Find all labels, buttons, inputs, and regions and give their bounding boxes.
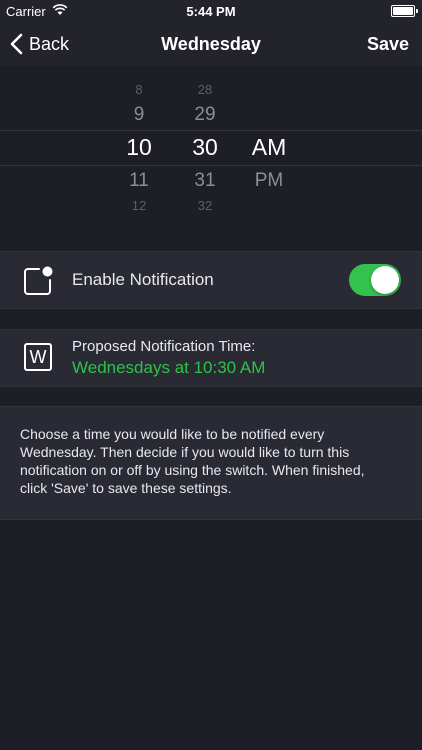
battery-icon [391,5,418,17]
enable-notification-label: Enable Notification [72,270,214,289]
time-picker[interactable]: 8 9 10 11 12 28 29 30 31 32 AM PM [0,66,422,216]
ampm-option[interactable]: PM [239,170,299,192]
proposed-time-label: Proposed Notification Time: [72,338,256,355]
minute-option[interactable]: 29 [175,104,235,126]
ampm-option-selected[interactable]: AM [239,134,299,161]
hour-option[interactable]: 12 [109,198,169,210]
instructions-panel: Choose a time you would like to be notif… [0,406,422,520]
switch-knob [371,266,399,294]
hour-option-selected[interactable]: 10 [109,134,169,161]
chevron-left-icon [10,33,23,55]
weekday-badge-icon: W [24,343,52,371]
minute-option[interactable]: 28 [175,82,235,97]
instructions-text: Choose a time you would like to be notif… [20,426,365,496]
hour-option[interactable]: 9 [109,104,169,126]
ampm-wheel[interactable]: AM PM [239,66,299,216]
enable-notification-row: Enable Notification [0,251,422,309]
navigation-bar: Back Wednesday Save [0,22,422,66]
proposed-time-value: Wednesdays at 10:30 AM [72,358,266,377]
minute-option-selected[interactable]: 30 [175,134,235,161]
save-button[interactable]: Save [367,22,409,66]
minute-wheel[interactable]: 28 29 30 31 32 [175,66,235,216]
hour-option[interactable]: 11 [109,170,169,192]
notification-icon [24,266,53,295]
enable-notification-switch[interactable] [349,264,401,296]
back-button[interactable]: Back [10,22,69,66]
minute-option[interactable]: 32 [175,198,235,210]
back-label: Back [29,33,70,54]
hour-option[interactable]: 8 [109,82,169,97]
status-bar: Carrier 5:44 PM [0,0,422,22]
proposed-time-row: W Proposed Notification Time: Wednesdays… [0,329,422,387]
minute-option[interactable]: 31 [175,170,235,192]
hour-wheel[interactable]: 8 9 10 11 12 [109,66,169,216]
status-time: 5:44 PM [186,4,236,19]
